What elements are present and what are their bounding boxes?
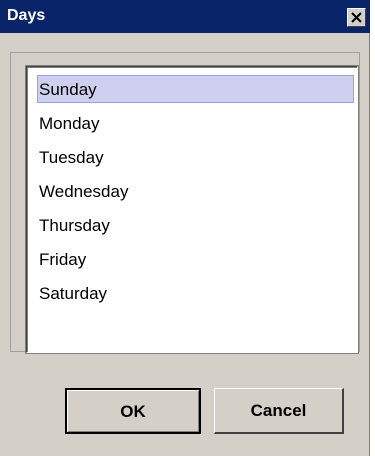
list-item-tuesday[interactable]: Tuesday (37, 141, 354, 175)
dialog-title: Days (7, 7, 46, 24)
days-dialog: Days Sunday Monday Tuesday Wednesday Thu… (0, 0, 370, 456)
ok-button[interactable]: OK (65, 388, 201, 434)
close-button[interactable] (347, 8, 366, 27)
days-listbox[interactable]: Sunday Monday Tuesday Wednesday Thursday… (26, 66, 358, 353)
list-item-wednesday[interactable]: Wednesday (37, 175, 354, 209)
title-bar[interactable]: Days (0, 0, 370, 33)
list-item-friday[interactable]: Friday (37, 243, 354, 277)
list-item-saturday[interactable]: Saturday (37, 277, 354, 311)
cancel-button[interactable]: Cancel (214, 388, 344, 434)
list-item-sunday[interactable]: Sunday (37, 75, 354, 103)
list-items: Sunday Monday Tuesday Wednesday Thursday… (37, 75, 354, 311)
list-item-monday[interactable]: Monday (37, 107, 354, 141)
close-icon (351, 12, 362, 23)
list-item-thursday[interactable]: Thursday (37, 209, 354, 243)
